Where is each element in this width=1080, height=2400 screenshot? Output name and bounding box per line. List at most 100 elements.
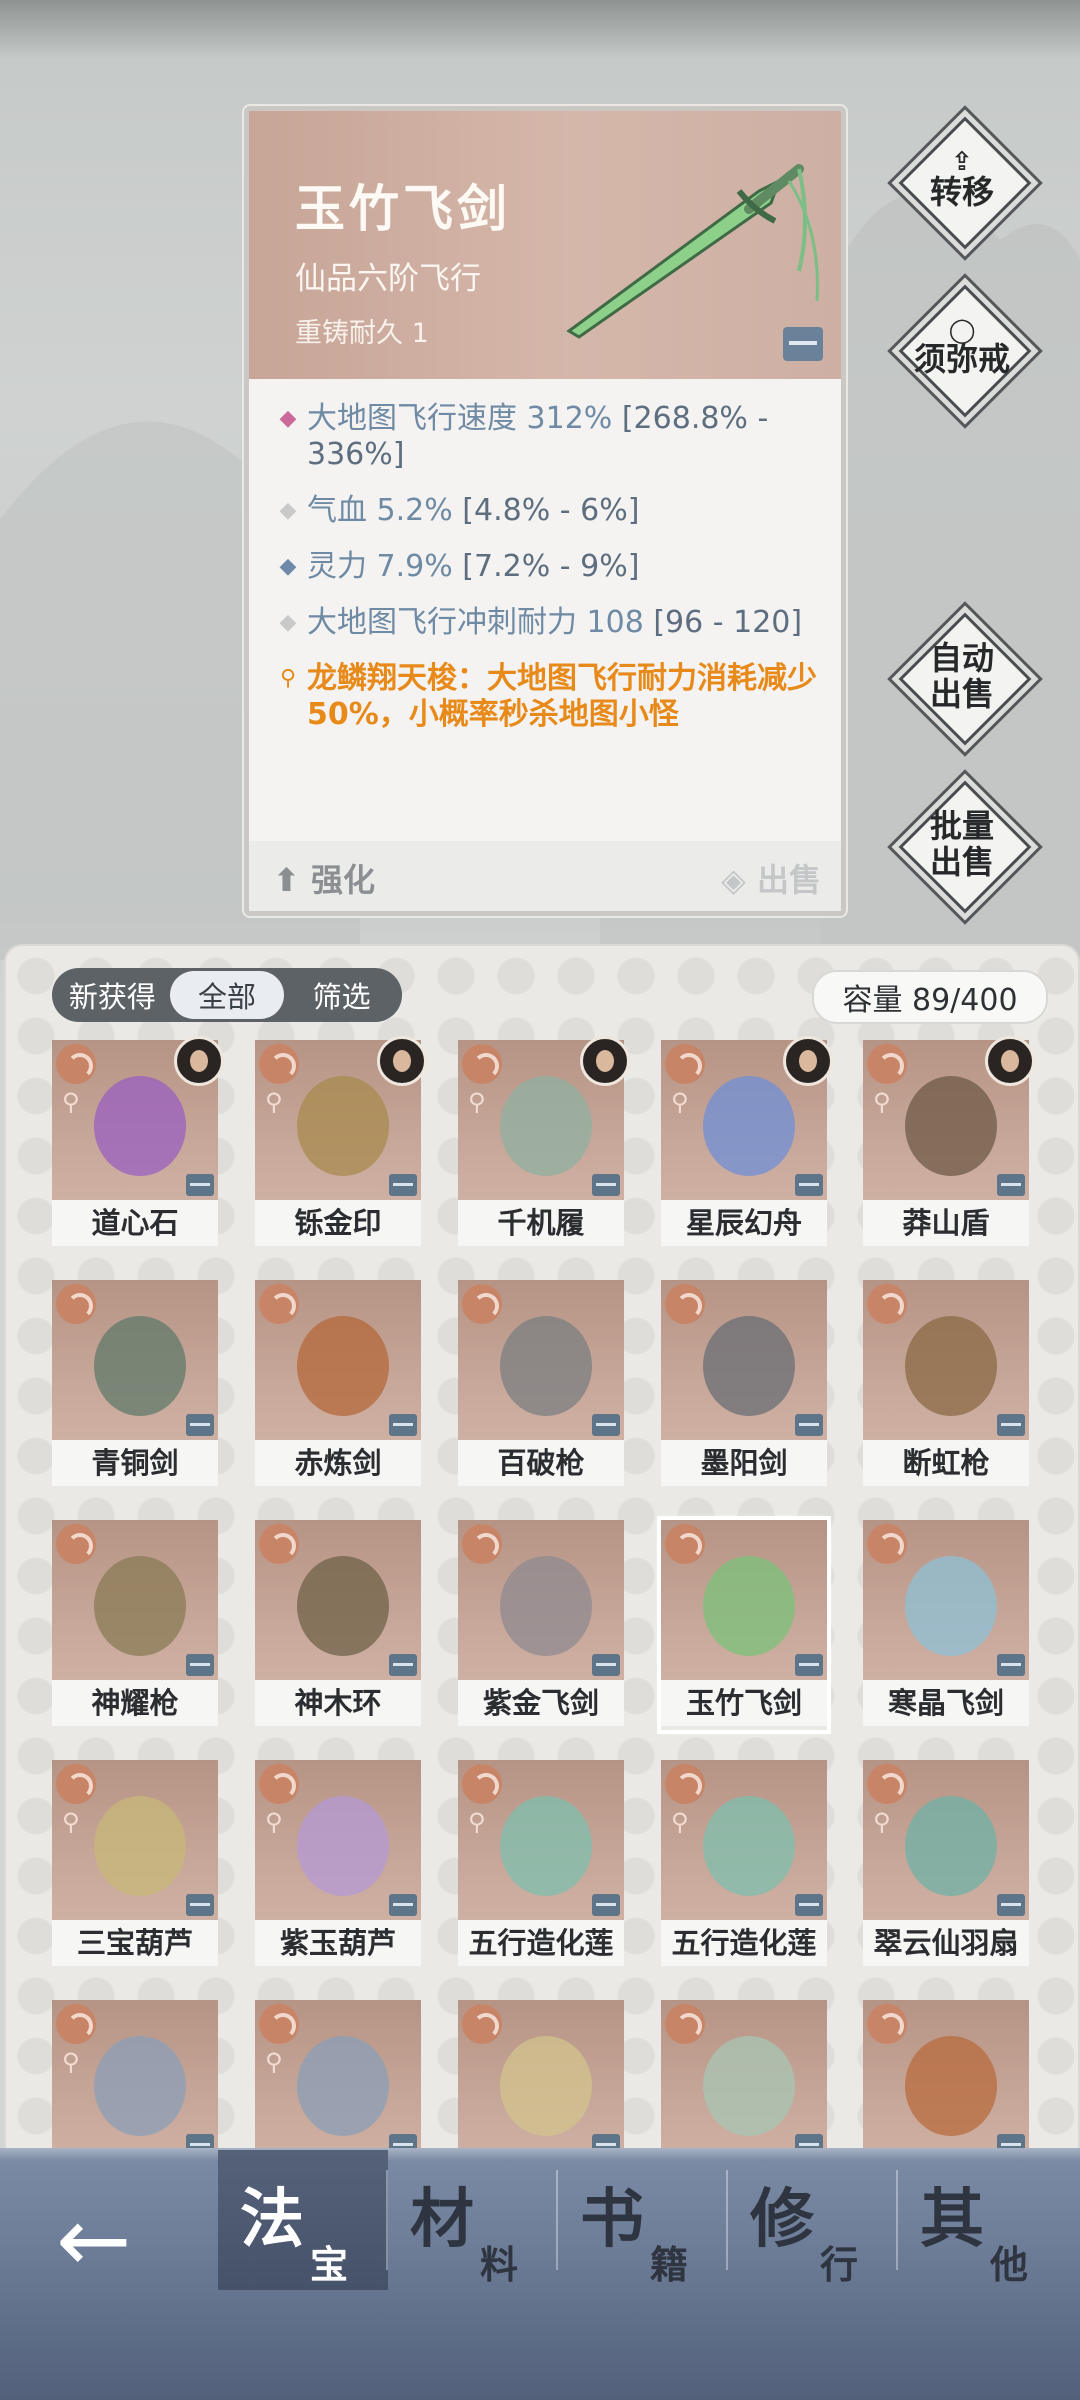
inventory-item[interactable]: ⚲ 千机履 — [458, 1036, 630, 1250]
item-image: ⚲ — [52, 2000, 218, 2160]
item-type-icon — [259, 1764, 299, 1804]
storage-chest-icon — [997, 1414, 1025, 1436]
transfer-button[interactable]: ⇪ 转移 — [898, 116, 1032, 250]
auto-sell-label-1: 自动 — [929, 639, 994, 677]
item-type-icon — [462, 1764, 502, 1804]
item-image — [661, 1280, 827, 1440]
item-type-icon — [259, 1284, 299, 1324]
item-type-icon — [56, 1524, 96, 1564]
nav-tab[interactable]: 其他 — [898, 2150, 1068, 2290]
inventory-item[interactable]: 青铜剑 — [52, 1280, 218, 1490]
stat-row: ◆ 大地图飞行速度 312% [268.8% - 336%] — [269, 401, 829, 473]
inventory-item[interactable]: 赤炼剑 — [255, 1280, 421, 1490]
inventory-item[interactable]: ⚲ 三宝葫芦 — [52, 1760, 218, 1970]
tab-filter[interactable]: 筛选 — [284, 971, 399, 1019]
item-name-label: 翠云仙羽扇 — [863, 1920, 1029, 1966]
inventory-item[interactable]: ⚲ 道心石 — [52, 1036, 224, 1250]
sell-button[interactable]: ◈ 出售 — [721, 855, 821, 901]
back-arrow-icon[interactable]: ← — [56, 2196, 131, 2286]
inventory-item[interactable]: ⚲ 莽山盾 — [863, 1036, 1035, 1250]
inventory-item[interactable]: 百破枪 — [458, 1280, 624, 1490]
inventory-item[interactable]: ⚲ 铄金印 — [255, 1036, 427, 1250]
stat-row: ◆ 灵力 7.9% [7.2% - 9%] — [269, 549, 829, 585]
storage-chest-icon — [795, 1174, 823, 1196]
storage-chest-icon — [592, 1654, 620, 1676]
stat-range: [7.2% - 9%] — [452, 549, 640, 584]
item-type-icon — [56, 2004, 96, 2044]
item-image: ⚲ — [661, 1036, 833, 1200]
item-name-label: 莽山盾 — [863, 1200, 1029, 1246]
storage-ring-button[interactable]: ◯ 须弥戒 — [898, 284, 1032, 418]
stat-row: ◆ 大地图飞行冲刺耐力 108 [96 - 120] — [269, 605, 829, 641]
enhance-label: 强化 — [310, 861, 375, 899]
item-image: ⚲ — [458, 1760, 624, 1920]
inventory-item[interactable]: ⚲ 翠云仙羽扇 — [863, 1760, 1029, 1970]
inventory-item[interactable]: ⚲ 紫玉葫芦 — [255, 1760, 421, 1970]
nav-separator — [556, 2170, 558, 2270]
equipped-avatar — [783, 1036, 833, 1086]
item-image: ⚲ — [52, 1036, 224, 1200]
nav-tab-sub-char: 他 — [990, 2242, 1029, 2287]
item-image — [52, 1280, 218, 1440]
item-type-icon — [867, 2004, 907, 2044]
item-image — [458, 1280, 624, 1440]
item-detail-header: 玉竹飞剑 仙品六阶飞行 重铸耐久 1 — [249, 111, 841, 379]
enhance-button[interactable]: ⬆ 强化 — [273, 855, 375, 901]
nav-tab[interactable]: 材料 — [388, 2150, 558, 2290]
item-type-icon — [462, 1284, 502, 1324]
tab-all[interactable]: 全部 — [169, 971, 285, 1019]
storage-chest-icon — [186, 1174, 214, 1196]
inventory-item[interactable]: 紫金飞剑 — [458, 1520, 624, 1730]
stat-name: 大地图飞行冲刺耐力 108 — [307, 605, 644, 640]
item-name-label: 千机履 — [458, 1200, 624, 1246]
storage-chest-icon[interactable] — [783, 327, 823, 361]
inventory-item[interactable]: 神耀枪 — [52, 1520, 218, 1730]
set-mark-icon: ⚲ — [62, 2048, 80, 2076]
set-mark-icon: ⚲ — [671, 1808, 689, 1836]
inventory-item[interactable]: 断虹枪 — [863, 1280, 1029, 1490]
inventory-item[interactable]: ⚲ 五行造化莲 — [661, 1760, 827, 1970]
item-image — [255, 1520, 421, 1680]
storage-chest-icon — [186, 1654, 214, 1676]
sell-label: 出售 — [756, 861, 821, 899]
inventory-item[interactable]: 玉竹飞剑 — [657, 1516, 831, 1734]
set-mark-icon: ⚲ — [873, 1088, 891, 1116]
storage-chest-icon — [186, 1414, 214, 1436]
storage-chest-icon — [795, 1414, 823, 1436]
item-type-icon — [259, 1044, 299, 1084]
item-name-label: 青铜剑 — [52, 1440, 218, 1486]
stat-bullet-icon: ◆ — [279, 406, 297, 431]
item-detail-card: 玉竹飞剑 仙品六阶飞行 重铸耐久 1 ◆ 大地图飞行速度 312% [268.8… — [244, 106, 846, 916]
nav-tab[interactable]: 书籍 — [558, 2150, 728, 2290]
jade-sword-illustration — [566, 164, 819, 339]
set-mark-icon: ⚲ — [265, 2048, 283, 2076]
item-name-label: 断虹枪 — [863, 1440, 1029, 1486]
stat-bullet-icon: ◆ — [279, 554, 297, 579]
nav-tab-main-char: 其 — [920, 2182, 984, 2257]
item-name-label: 紫金飞剑 — [458, 1680, 624, 1726]
item-type-icon — [665, 1524, 705, 1564]
storage-chest-icon — [389, 1414, 417, 1436]
set-mark-icon: ⚲ — [265, 1088, 283, 1116]
inventory-item[interactable]: 墨阳剑 — [661, 1280, 827, 1490]
nav-tab[interactable]: 修行 — [728, 2150, 898, 2290]
auto-sell-button[interactable]: 自动 出售 — [898, 612, 1032, 746]
item-type-icon — [867, 1764, 907, 1804]
stat-range: [96 - 120] — [643, 605, 803, 640]
set-mark-icon: ⚲ — [468, 1808, 486, 1836]
nav-tab[interactable]: 法宝 — [218, 2150, 388, 2290]
item-type-icon — [665, 1284, 705, 1324]
item-image: ⚲ — [52, 1760, 218, 1920]
storage-chest-icon — [389, 1174, 417, 1196]
item-name-label: 百破枪 — [458, 1440, 624, 1486]
item-image — [863, 1520, 1029, 1680]
inventory-item[interactable]: ⚲ 星辰幻舟 — [661, 1036, 833, 1250]
inventory-item[interactable]: 神木环 — [255, 1520, 421, 1730]
inventory-item[interactable]: ⚲ 五行造化莲 — [458, 1760, 624, 1970]
batch-sell-button[interactable]: 批量 出售 — [898, 780, 1032, 914]
item-name-label: 神木环 — [255, 1680, 421, 1726]
tab-new[interactable]: 新获得 — [55, 971, 170, 1019]
stat-bullet-icon: ◆ — [279, 610, 297, 635]
item-type-icon — [56, 1284, 96, 1324]
inventory-item[interactable]: 寒晶飞剑 — [863, 1520, 1029, 1730]
